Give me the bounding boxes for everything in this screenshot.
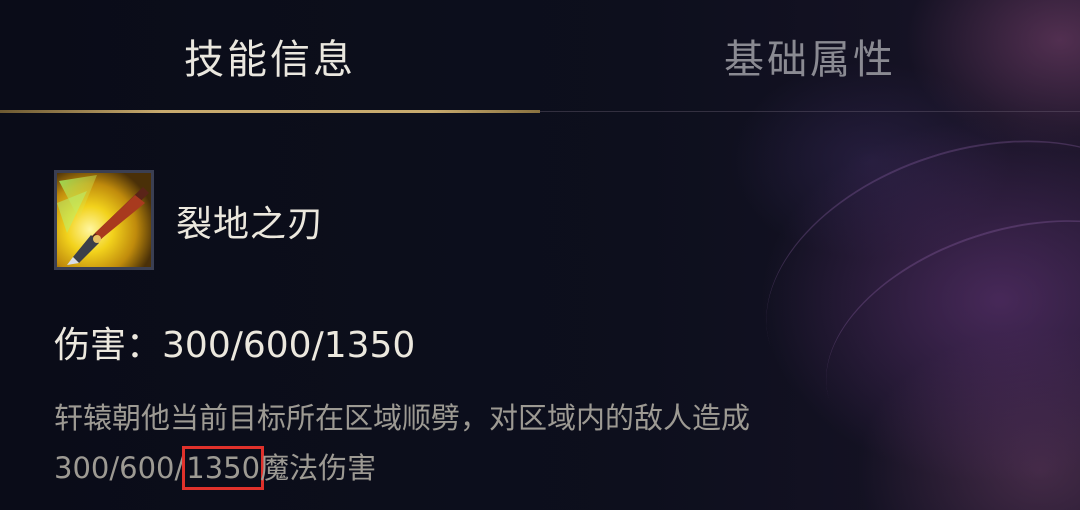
tab-skill-info[interactable]: 技能信息	[0, 0, 540, 112]
damage-stat: 伤害：300/600/1350	[54, 316, 415, 368]
description-line: 300/600/1350魔法伤害	[54, 443, 750, 493]
damage-label: 伤害：	[54, 325, 163, 366]
description-suffix: 魔法伤害	[260, 451, 377, 485]
damage-values: 300/600/1350	[162, 325, 416, 366]
tab-label: 基础属性	[724, 37, 896, 83]
description-line: 轩辕朝他当前目标所在区域顺劈，对区域内的敌人造成	[54, 401, 751, 435]
tab-base-attributes[interactable]: 基础属性	[540, 0, 1080, 112]
active-tab-indicator	[0, 110, 540, 113]
tab-divider	[540, 111, 1080, 112]
blade-strike-icon	[54, 170, 154, 270]
highlighted-value: 1350	[182, 446, 265, 490]
skill-description: 轩辕朝他当前目标所在区域顺劈，对区域内的敌人造成 300/600/1350魔法伤…	[54, 393, 750, 493]
blade-strike-icon-art	[57, 173, 151, 267]
tab-bar: 技能信息 基础属性	[0, 0, 1080, 113]
description-prefix: 300/600/	[54, 451, 185, 485]
skill-name: 裂地之刃	[176, 204, 325, 245]
tab-label: 技能信息	[184, 37, 356, 83]
